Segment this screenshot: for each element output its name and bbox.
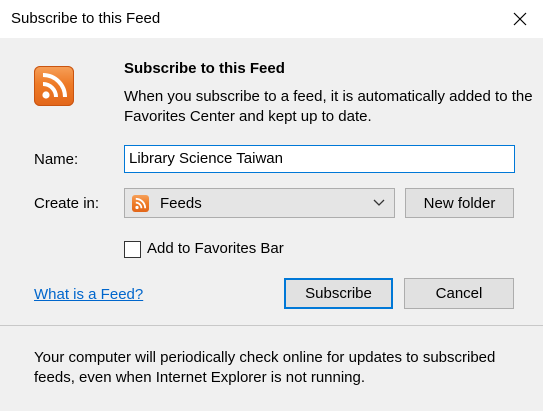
create-in-dropdown[interactable]: Feeds <box>124 188 395 218</box>
rss-feed-icon <box>132 195 149 212</box>
rss-waves-icon <box>135 197 147 210</box>
new-folder-button[interactable]: New folder <box>405 188 514 218</box>
header-title: Subscribe to this Feed <box>124 60 285 77</box>
subscribe-button[interactable]: Subscribe <box>284 278 393 309</box>
footer-note: Your computer will periodically check on… <box>34 349 496 386</box>
footer-panel: Your computer will periodically check on… <box>0 325 543 411</box>
add-to-favorites-checkbox[interactable] <box>124 241 141 258</box>
create-in-label: Create in: <box>34 195 100 212</box>
what-is-feed-link[interactable]: What is a Feed? <box>34 286 143 303</box>
add-to-favorites-label[interactable]: Add to Favorites Bar <box>147 240 284 257</box>
close-button[interactable] <box>497 0 543 38</box>
close-icon <box>513 12 527 26</box>
rss-waves-icon <box>42 73 67 99</box>
rss-feed-icon <box>34 66 74 106</box>
cancel-button[interactable]: Cancel <box>404 278 514 309</box>
header-description: When you subscribe to a feed, it is auto… <box>124 88 533 125</box>
create-in-value: Feeds <box>160 195 202 212</box>
window-title: Subscribe to this Feed <box>11 10 161 27</box>
name-input[interactable]: Library Science Taiwan <box>124 145 515 173</box>
title-bar: Subscribe to this Feed <box>0 0 543 38</box>
name-label: Name: <box>34 151 79 168</box>
chevron-down-icon <box>373 199 385 206</box>
